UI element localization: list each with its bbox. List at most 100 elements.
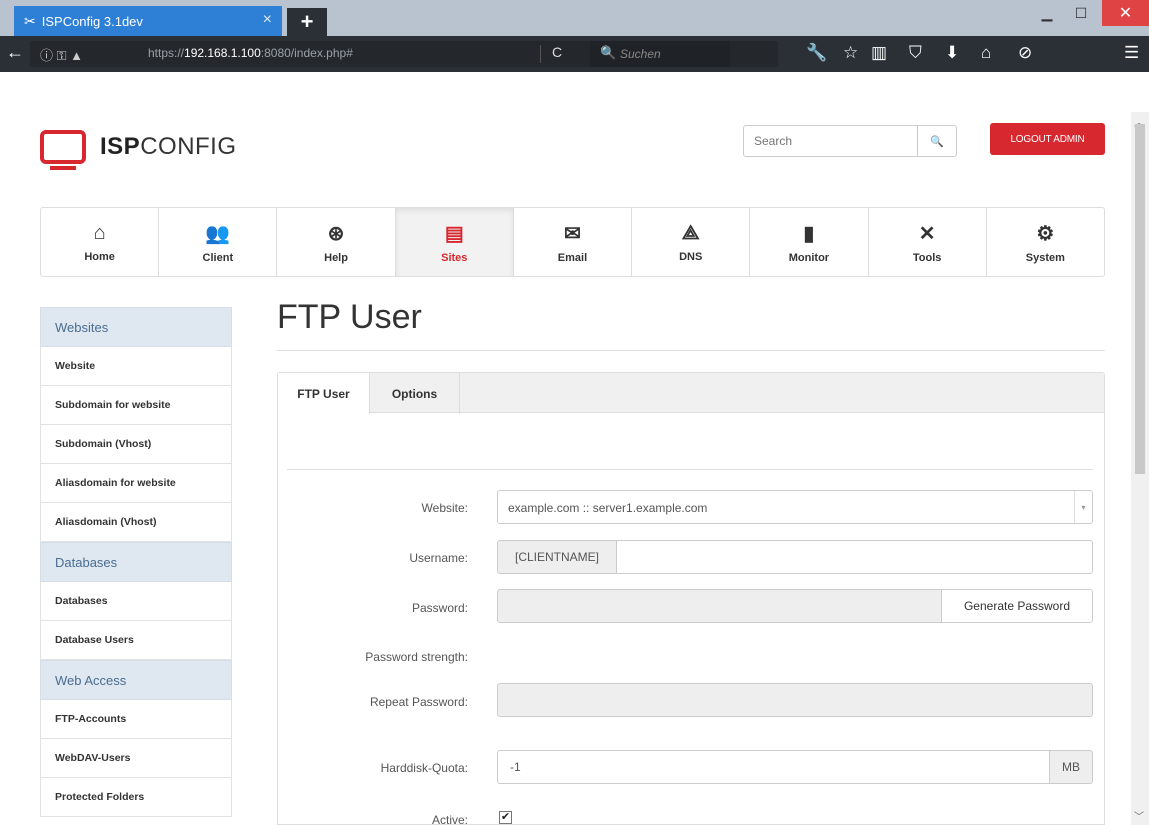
tab-options[interactable]: Options xyxy=(370,373,460,414)
back-arrow-icon[interactable]: ← xyxy=(6,42,24,63)
browser-search-field[interactable]: 🔍 Suchen xyxy=(590,41,730,67)
pocket-icon[interactable]: ⛉ xyxy=(909,43,922,63)
quota-label: Harddisk-Quota: xyxy=(380,761,468,775)
form-panel: FTP User Options Website: example.com ::… xyxy=(277,372,1105,825)
chevron-down-icon[interactable]: ▾ xyxy=(1074,491,1092,523)
browser-window-icon: ▤ xyxy=(444,222,464,245)
search-icon: 🔍 xyxy=(930,135,944,148)
wrench-icon[interactable]: 🔧 xyxy=(806,43,827,63)
nav-help[interactable]: ⊛ Help xyxy=(277,208,396,276)
sidebar-item[interactable]: Subdomain for website xyxy=(40,386,232,425)
quota-unit: MB xyxy=(1049,750,1093,784)
ispconfig-logo[interactable]: ISPCONFIG xyxy=(40,130,237,170)
password-input[interactable] xyxy=(497,589,942,623)
tab-close-icon[interactable]: × xyxy=(263,11,272,29)
url-separator xyxy=(540,45,541,63)
nav-label: Monitor xyxy=(788,251,830,264)
sidebar-item[interactable]: Subdomain (Vhost) xyxy=(40,425,232,464)
menu-icon[interactable]: ☰ xyxy=(1124,43,1139,63)
password-label: Password: xyxy=(411,601,468,615)
home-icon: ⌂ xyxy=(93,221,106,244)
nav-email[interactable]: ✉ Email xyxy=(514,208,633,276)
logo-text: ISPCONFIG xyxy=(100,133,237,160)
sidebar-section-header: Databases xyxy=(40,542,232,582)
maximize-icon[interactable]: ☐ xyxy=(1064,0,1098,26)
minimize-icon[interactable]: ▁ xyxy=(1030,0,1064,26)
home-browser-icon[interactable]: ⌂ xyxy=(981,43,991,63)
nav-system[interactable]: ⚙ System xyxy=(987,208,1104,276)
sidebar-item[interactable]: Database Users xyxy=(40,621,232,660)
reload-icon[interactable]: C xyxy=(552,44,562,60)
username-input[interactable] xyxy=(616,540,1093,574)
bookmark-star-icon[interactable]: ☆ xyxy=(843,43,858,63)
website-select-value: example.com :: server1.example.com xyxy=(508,501,708,515)
sidebar-section-header: Websites xyxy=(40,307,232,347)
repeat-password-label: Repeat Password: xyxy=(369,695,468,709)
url-text: https://192.168.1.100:8080/index.php# xyxy=(148,46,353,60)
reading-list-icon[interactable]: ▥ xyxy=(871,43,887,63)
active-label: Active: xyxy=(431,813,468,825)
sidebar-item[interactable]: Aliasdomain for website xyxy=(40,464,232,503)
search-input[interactable] xyxy=(743,125,918,157)
website-label: Website: xyxy=(421,501,468,515)
nav-label: Help xyxy=(324,251,348,264)
page-scrollbar[interactable]: ︿ ﹀ xyxy=(1131,112,1149,825)
nav-label: Client xyxy=(202,251,234,264)
favicon-icon: ✂ xyxy=(24,12,36,29)
envelope-icon: ✉ xyxy=(564,222,581,245)
search-button[interactable]: 🔍 xyxy=(917,125,957,157)
tab-title: ISPConfig 3.1dev xyxy=(41,13,143,29)
nav-client[interactable]: 👥 Client xyxy=(159,208,278,276)
browser-search-placeholder: Suchen xyxy=(620,47,661,61)
browser-tab[interactable]: ✂ ISPConfig 3.1dev × xyxy=(14,6,282,36)
logout-button[interactable]: LOGOUT ADMIN xyxy=(990,123,1105,155)
browser-navbar: ← ⓘ ⚿ ▲ https://192.168.1.100:8080/index… xyxy=(0,36,1149,72)
url-bar[interactable]: ⓘ ⚿ ▲ https://192.168.1.100:8080/index.p… xyxy=(30,41,778,67)
generate-password-button[interactable]: Generate Password xyxy=(941,589,1093,623)
nav-label: Email xyxy=(557,251,588,264)
nav-sites[interactable]: ▤ Sites xyxy=(395,208,514,276)
sidebar-section-header: Web Access xyxy=(40,660,232,700)
scroll-down-icon[interactable]: ﹀ xyxy=(1134,808,1144,823)
check-icon: ✔ xyxy=(500,811,511,823)
tab-bar: FTP User Options xyxy=(278,373,1104,414)
nav-home[interactable]: ⌂ Home xyxy=(41,208,160,276)
network-icon: ⟁ xyxy=(681,221,700,244)
tab-ftp-user[interactable]: FTP User xyxy=(278,373,370,414)
traffic-light-icon: ▮ xyxy=(803,222,815,245)
active-checkbox[interactable]: ✔ xyxy=(499,811,512,824)
search-icon: 🔍 xyxy=(600,45,617,60)
sidebar-item[interactable]: Databases xyxy=(40,582,232,621)
username-prefix: [CLIENTNAME] xyxy=(497,540,617,574)
sidebar-item[interactable]: WebDAV-Users xyxy=(40,739,232,778)
username-label: Username: xyxy=(409,551,468,565)
download-icon[interactable]: ⬇ xyxy=(945,43,959,63)
quota-input[interactable]: -1 xyxy=(497,750,1050,784)
sidebar-item[interactable]: Aliasdomain (Vhost) xyxy=(40,503,232,542)
nav-tools[interactable]: ✕ Tools xyxy=(869,208,987,276)
privacy-icon[interactable]: ⊘ xyxy=(1018,43,1032,63)
password-strength-label: Password strength: xyxy=(365,650,468,664)
sidebar: Websites Website Subdomain for website Subd… xyxy=(40,307,232,817)
nav-label: DNS xyxy=(679,250,703,263)
nav-dns[interactable]: ⟁ DNS xyxy=(632,208,751,276)
gear-icon: ⚙ xyxy=(1036,222,1055,245)
monitor-logo-icon xyxy=(40,130,86,170)
repeat-password-input[interactable] xyxy=(497,683,1093,717)
scroll-thumb[interactable] xyxy=(1135,124,1145,474)
nav-label: Tools xyxy=(912,251,942,264)
window-titlebar: ✂ ISPConfig 3.1dev × + ▁ ☐ ✕ xyxy=(0,0,1149,36)
tools-icon: ✕ xyxy=(918,222,936,245)
sidebar-item[interactable]: Website xyxy=(40,347,232,386)
site-info-icon[interactable]: ⓘ ⚿ ▲ xyxy=(40,45,83,64)
close-window-icon[interactable]: ✕ xyxy=(1102,0,1149,26)
nav-monitor[interactable]: ▮ Monitor xyxy=(750,208,869,276)
nav-label: Home xyxy=(84,250,115,263)
lifebuoy-icon: ⊛ xyxy=(327,222,345,245)
users-icon: 👥 xyxy=(205,222,231,245)
new-tab-button[interactable]: + xyxy=(287,8,327,36)
sidebar-item[interactable]: Protected Folders xyxy=(40,778,232,817)
title-divider xyxy=(277,350,1105,351)
website-select[interactable]: example.com :: server1.example.com ▾ xyxy=(497,490,1093,524)
sidebar-item[interactable]: FTP-Accounts xyxy=(40,700,232,739)
